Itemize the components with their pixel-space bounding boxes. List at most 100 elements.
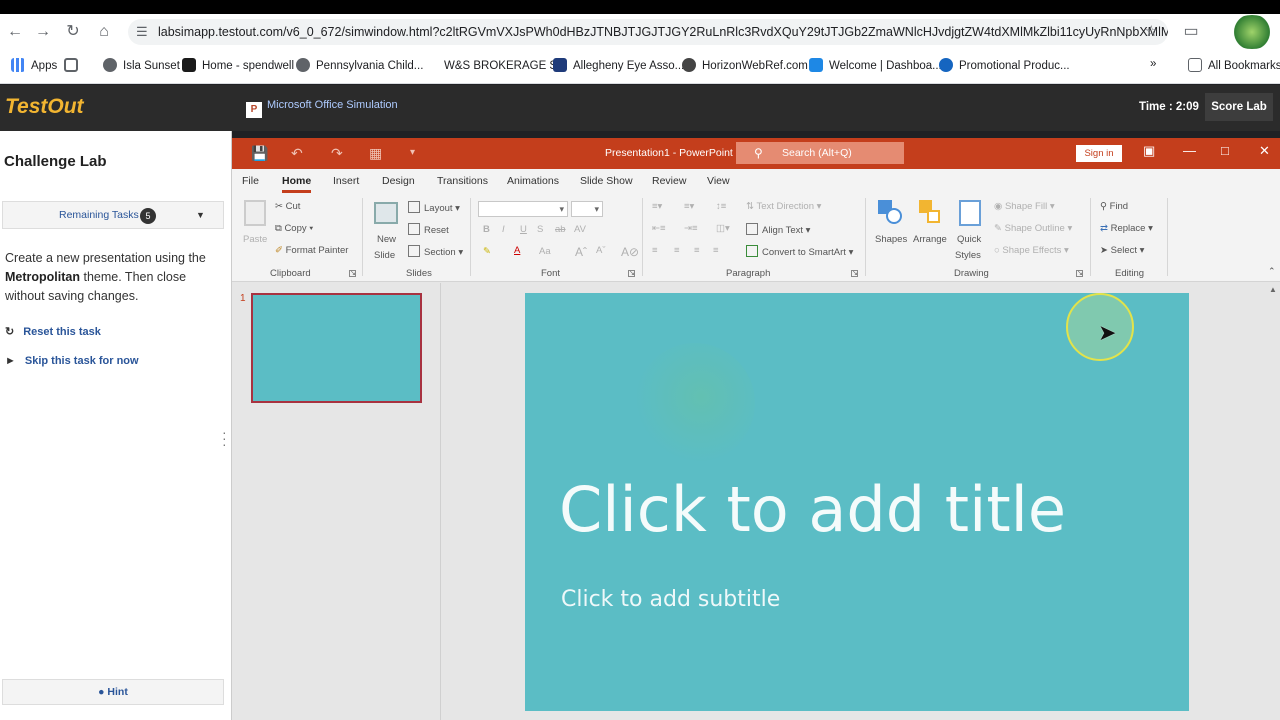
paste-icon[interactable] — [244, 200, 266, 226]
more-bookmarks-icon[interactable]: » — [1150, 58, 1156, 70]
line-spacing-icon[interactable]: ↕≡ — [716, 201, 726, 212]
panel-resize-grip[interactable]: · · · — [222, 425, 227, 451]
profile-avatar[interactable] — [1228, 15, 1276, 49]
bookmark-grid[interactable] — [64, 58, 84, 72]
bullets-icon[interactable]: ≡▾ — [652, 201, 662, 212]
undo-icon[interactable]: ↶ — [291, 145, 303, 162]
back-icon[interactable]: ← — [3, 20, 27, 44]
section-button[interactable]: Section ▾ — [408, 245, 463, 258]
align-text-button[interactable]: Align Text ▾ — [746, 223, 810, 236]
arrange-icon[interactable] — [919, 200, 941, 226]
bookmark-horizon[interactable]: HorizonWebRef.com — [682, 58, 808, 72]
slide-title-placeholder[interactable]: Click to add title — [559, 473, 1066, 546]
tab-design[interactable]: Design — [382, 175, 415, 187]
reset-task-link[interactable]: ↻ Reset this task — [5, 325, 101, 338]
new-slide-label-2[interactable]: Slide — [374, 250, 395, 261]
columns-icon[interactable]: ◫▾ — [716, 223, 730, 234]
tab-view[interactable]: View — [707, 175, 730, 187]
bookmark-isla-sunset[interactable]: Isla Sunset — [103, 58, 180, 72]
sign-in-button[interactable]: Sign in — [1076, 145, 1122, 162]
shadow-icon[interactable]: S — [537, 224, 543, 235]
align-center-icon[interactable]: ≡ — [674, 245, 680, 256]
extensions-icon[interactable]: ▭ — [1179, 20, 1203, 44]
vertical-scrollbar[interactable]: ▲ — [1267, 283, 1280, 720]
tab-animations[interactable]: Animations — [507, 175, 559, 187]
numbering-icon[interactable]: ≡▾ — [684, 201, 694, 212]
shape-fill-button[interactable]: ◉ Shape Fill ▾ — [994, 201, 1055, 212]
char-spacing-icon[interactable]: AV — [574, 224, 586, 235]
bookmark-ws-brokerage[interactable]: W&S BROKERAGE S... — [424, 58, 567, 72]
maximize-icon[interactable]: □ — [1221, 143, 1229, 158]
text-direction-button[interactable]: ⇅ Text Direction ▾ — [746, 201, 821, 212]
close-icon[interactable]: ✕ — [1259, 143, 1270, 159]
shape-outline-button[interactable]: ✎ Shape Outline ▾ — [994, 223, 1072, 234]
find-button[interactable]: ⚲ Find — [1100, 201, 1128, 212]
bookmark-allegheny[interactable]: Allegheny Eye Asso... — [553, 58, 684, 72]
decrease-indent-icon[interactable]: ⇤≡ — [652, 223, 666, 234]
minimize-icon[interactable]: — — [1183, 143, 1196, 158]
select-button[interactable]: ➤ Select ▾ — [1100, 245, 1144, 256]
customize-toolbar-icon[interactable]: ▾ — [410, 147, 415, 158]
site-settings-icon[interactable]: ☰ — [136, 19, 148, 45]
search-box[interactable]: ⚲ Search (Alt+Q) — [736, 142, 904, 164]
score-lab-button[interactable]: Score Lab — [1205, 93, 1273, 121]
tab-file[interactable]: File — [242, 175, 259, 187]
save-icon[interactable]: 💾 — [251, 145, 268, 162]
grow-font-icon[interactable]: Aˆ — [575, 245, 587, 259]
bookmark-pennsylvania[interactable]: Pennsylvania Child... — [296, 58, 423, 72]
align-right-icon[interactable]: ≡ — [694, 245, 700, 256]
layout-button[interactable]: Layout ▾ — [408, 201, 460, 214]
font-launcher-icon[interactable]: ↘ — [628, 270, 635, 277]
bookmark-promotional[interactable]: Promotional Produc... — [939, 58, 1070, 72]
font-family-dropdown[interactable]: ▾ — [478, 201, 568, 217]
replace-button[interactable]: ⇄ Replace ▾ — [1100, 223, 1153, 234]
remaining-tasks-dropdown[interactable]: Remaining Tasks 5 ▼ — [2, 201, 224, 229]
address-bar[interactable]: ☰ labsimapp.testout.com/v6_0_672/simwind… — [128, 19, 1168, 45]
italic-icon[interactable]: I — [502, 224, 505, 235]
bookmark-star-icon[interactable]: ☆ — [1145, 19, 1158, 45]
scroll-up-icon[interactable]: ▲ — [1269, 285, 1277, 294]
home-icon[interactable]: ⌂ — [92, 20, 116, 44]
ribbon-display-icon[interactable]: ▣ — [1143, 143, 1155, 159]
justify-icon[interactable]: ≡ — [713, 245, 719, 256]
slide-thumbnail[interactable] — [251, 293, 422, 403]
skip-task-link[interactable]: ► Skip this task for now — [5, 355, 139, 367]
bookmark-welcome[interactable]: Welcome | Dashboa... — [809, 58, 942, 72]
redo-icon[interactable]: ↷ — [331, 145, 343, 162]
paragraph-launcher-icon[interactable]: ↘ — [851, 270, 858, 277]
drawing-launcher-icon[interactable]: ↘ — [1076, 270, 1083, 277]
paste-button[interactable]: Paste — [243, 234, 267, 245]
present-icon[interactable]: ▦ — [369, 145, 382, 162]
quick-styles-label-1[interactable]: Quick — [957, 234, 981, 245]
bold-icon[interactable]: B — [483, 224, 490, 235]
forward-icon[interactable]: → — [31, 20, 55, 44]
cut-button[interactable]: ✂ Cut — [275, 201, 300, 212]
reset-button[interactable]: Reset — [408, 223, 449, 236]
slide-subtitle-placeholder[interactable]: Click to add subtitle — [561, 587, 780, 612]
tab-transitions[interactable]: Transitions — [437, 175, 488, 187]
shapes-button[interactable]: Shapes — [875, 234, 907, 245]
quick-styles-label-2[interactable]: Styles — [955, 250, 981, 261]
bookmark-spendwell[interactable]: Home - spendwell — [182, 58, 294, 72]
align-left-icon[interactable]: ≡ — [652, 245, 658, 256]
tab-slide-show[interactable]: Slide Show — [580, 175, 633, 187]
copy-button[interactable]: ⧉ Copy ▾ — [275, 223, 313, 234]
clipboard-launcher-icon[interactable]: ↘ — [349, 270, 356, 277]
font-size-dropdown[interactable]: ▾ — [571, 201, 603, 217]
format-painter-button[interactable]: ✐ Format Painter — [275, 245, 348, 256]
increase-indent-icon[interactable]: ⇥≡ — [684, 223, 698, 234]
convert-smartart-button[interactable]: Convert to SmartArt ▾ — [746, 245, 853, 258]
new-slide-icon[interactable] — [374, 202, 398, 224]
tab-home[interactable]: Home — [282, 175, 312, 193]
text-effects-icon[interactable]: Aa — [539, 246, 551, 257]
all-bookmarks[interactable]: All Bookmarks — [1188, 58, 1280, 72]
bookmark-apps[interactable]: Apps — [11, 58, 57, 72]
shape-effects-button[interactable]: ○ Shape Effects ▾ — [994, 245, 1069, 256]
strikethrough-icon[interactable]: ab — [555, 224, 566, 235]
arrange-button[interactable]: Arrange — [913, 234, 947, 245]
shapes-icon[interactable] — [878, 200, 902, 226]
underline-icon[interactable]: U — [520, 224, 527, 235]
collapse-ribbon-icon[interactable]: ⌃ — [1268, 266, 1276, 277]
reload-icon[interactable]: ↻ — [61, 20, 85, 44]
shrink-font-icon[interactable]: Aˇ — [596, 245, 606, 256]
